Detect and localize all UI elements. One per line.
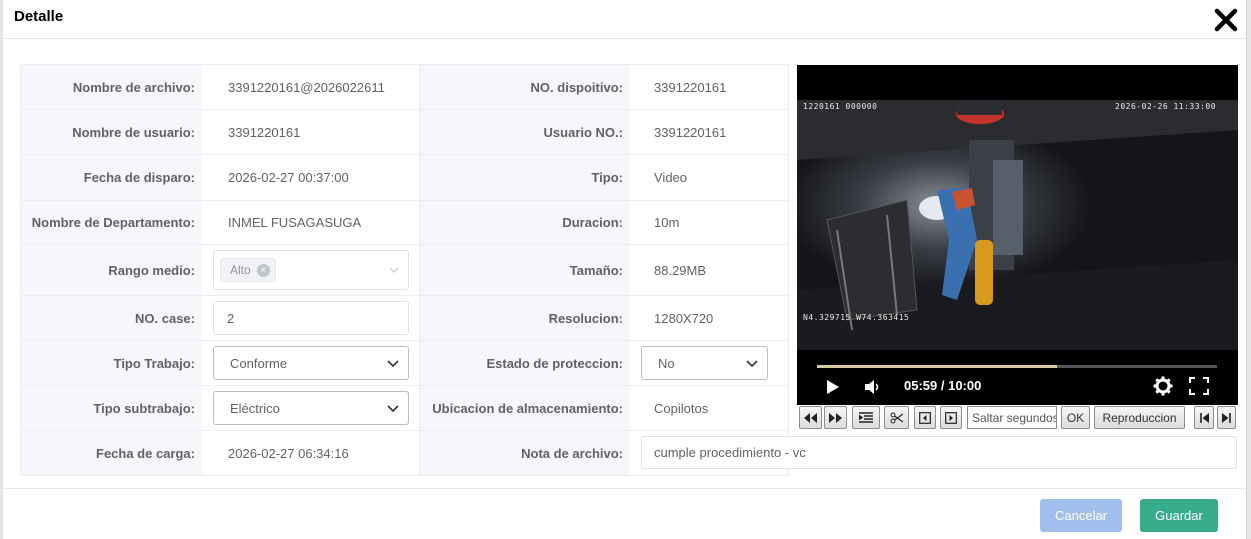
prev-frame-button[interactable] bbox=[914, 406, 936, 429]
dialog-title: Detalle bbox=[14, 8, 64, 25]
gear-icon[interactable] bbox=[1153, 376, 1173, 396]
osd-datetime: 2026-02-26 11:33:00 bbox=[1115, 102, 1217, 111]
tipo-subtrabajo-select[interactable]: Eléctrico bbox=[213, 391, 409, 425]
no-case-input[interactable]: 2 bbox=[213, 301, 409, 335]
label-ubicacion: Ubicacion de almacenamiento: bbox=[420, 386, 630, 430]
chevron-down-icon bbox=[387, 360, 399, 368]
label-tamano: Tamaño: bbox=[420, 245, 630, 295]
value-fecha-carga: 2026-02-27 06:34:16 bbox=[228, 445, 349, 461]
scrollbar[interactable] bbox=[1246, 0, 1251, 539]
play-icon[interactable] bbox=[825, 378, 841, 396]
value-duracion: 10m bbox=[654, 215, 680, 230]
next-frame-button[interactable] bbox=[940, 406, 962, 429]
tag-remove-icon[interactable]: × bbox=[256, 263, 270, 277]
value-nombre-usuario: 3391220161 bbox=[228, 124, 301, 140]
video-time: 05:59 / 10:00 bbox=[904, 378, 982, 393]
label-departamento: Nombre de Departamento: bbox=[21, 201, 202, 244]
cut-button[interactable] bbox=[884, 406, 909, 429]
value-usuario-no: 3391220161 bbox=[654, 124, 727, 140]
chevron-down-icon bbox=[746, 360, 758, 368]
label-estado-proteccion: Estado de proteccion: bbox=[420, 341, 630, 385]
label-resolucion: Resolucion: bbox=[420, 296, 630, 340]
video-player[interactable]: 1220161 000000 2026-02-26 11:33:00 N4.32… bbox=[797, 65, 1238, 405]
prev-frame-icon bbox=[919, 411, 931, 424]
chevron-down-icon bbox=[389, 267, 399, 273]
volume-icon[interactable] bbox=[863, 378, 883, 396]
next-frame-icon bbox=[945, 411, 957, 424]
chevron-down-icon bbox=[387, 405, 399, 413]
value-fecha-disparo: 2026-02-27 00:37:00 bbox=[228, 170, 349, 185]
skip-start-icon bbox=[1199, 412, 1209, 423]
skip-end-button[interactable] bbox=[1217, 406, 1236, 429]
value-resolucion: 1280X720 bbox=[654, 310, 714, 326]
osd-gps: N4.329715 W74.363415 bbox=[803, 313, 910, 322]
nota-archivo-input[interactable]: cumple procedimiento - vc bbox=[641, 436, 1237, 469]
label-duracion: Duracion: bbox=[420, 201, 630, 244]
tag-label: Alto bbox=[230, 263, 251, 277]
estado-proteccion-select[interactable]: No bbox=[641, 346, 768, 380]
label-nombre-usuario: Nombre de usuario: bbox=[21, 110, 202, 154]
skip-start-button[interactable] bbox=[1194, 406, 1214, 429]
value-nombre-archivo: 3391220161@2026022611 bbox=[228, 79, 385, 95]
label-fecha-disparo: Fecha de disparo: bbox=[21, 155, 202, 200]
fast-forward-icon bbox=[829, 412, 842, 423]
playback-button[interactable]: Reproduccion bbox=[1094, 406, 1185, 429]
estado-proteccion-value: No bbox=[658, 355, 675, 371]
value-departamento: INMEL FUSAGASUGA bbox=[228, 215, 362, 230]
tipo-trabajo-value: Conforme bbox=[230, 355, 288, 371]
osd-device: 1220161 000000 bbox=[803, 102, 878, 111]
rango-medio-select[interactable]: Alto × bbox=[213, 250, 409, 290]
label-no-case: NO. case: bbox=[21, 296, 202, 340]
video-progress-bar[interactable] bbox=[817, 365, 1217, 368]
scissors-icon bbox=[890, 412, 903, 423]
label-rango-medio: Rango medio: bbox=[21, 245, 202, 295]
no-case-value: 2 bbox=[227, 310, 235, 326]
skip-end-icon bbox=[1222, 412, 1231, 423]
value-tamano: 88.29MB bbox=[654, 262, 707, 278]
skip-seconds-input[interactable]: Saltar segundos bbox=[967, 406, 1057, 429]
video-progress-fill bbox=[817, 365, 1057, 368]
label-nota-archivo: Nota de archivo: bbox=[420, 431, 630, 475]
rewind-button[interactable] bbox=[799, 406, 822, 429]
left-edge bbox=[0, 0, 3, 539]
tipo-trabajo-select[interactable]: Conforme bbox=[213, 346, 409, 380]
label-tipo-subtrabajo: Tipo subtrabajo: bbox=[21, 386, 202, 430]
cancel-button[interactable]: Cancelar bbox=[1040, 499, 1122, 532]
detail-form: Nombre de archivo: Nombre de usuario: Fe… bbox=[20, 64, 789, 476]
video-frame[interactable]: 1220161 000000 2026-02-26 11:33:00 N4.32… bbox=[797, 100, 1238, 350]
value-tipo: Video bbox=[654, 170, 688, 185]
playlist-button[interactable] bbox=[852, 406, 880, 429]
detail-dialog: Detalle Nombre de archivo: Nombre de usu… bbox=[0, 0, 1251, 539]
player-toolbar: Saltar segundos OK Reproduccion bbox=[797, 405, 1238, 431]
fast-forward-button[interactable] bbox=[824, 406, 847, 429]
fullscreen-icon[interactable] bbox=[1189, 377, 1209, 395]
dialog-header: Detalle bbox=[3, 0, 1246, 39]
label-nombre-archivo: Nombre de archivo: bbox=[21, 65, 202, 109]
label-tipo-trabajo: Tipo Trabajo: bbox=[21, 341, 202, 385]
list-icon bbox=[859, 412, 873, 423]
tipo-subtrabajo-value: Eléctrico bbox=[230, 400, 280, 416]
tag-alto: Alto × bbox=[220, 258, 276, 282]
label-tipo: Tipo: bbox=[420, 155, 630, 200]
value-no-dispositivo: 3391220161 bbox=[654, 79, 727, 95]
label-no-dispositivo: NO. dispoitivo: bbox=[420, 65, 630, 109]
rewind-icon bbox=[804, 412, 817, 423]
value-ubicacion: Copilotos bbox=[654, 400, 709, 416]
label-usuario-no: Usuario NO.: bbox=[420, 110, 630, 154]
footer-divider bbox=[3, 488, 1246, 489]
ok-button[interactable]: OK bbox=[1061, 406, 1090, 429]
close-icon[interactable] bbox=[1214, 8, 1238, 32]
label-fecha-carga: Fecha de carga: bbox=[21, 431, 202, 475]
nota-archivo-value: cumple procedimiento - vc bbox=[654, 445, 806, 460]
save-button[interactable]: Guardar bbox=[1140, 499, 1218, 532]
